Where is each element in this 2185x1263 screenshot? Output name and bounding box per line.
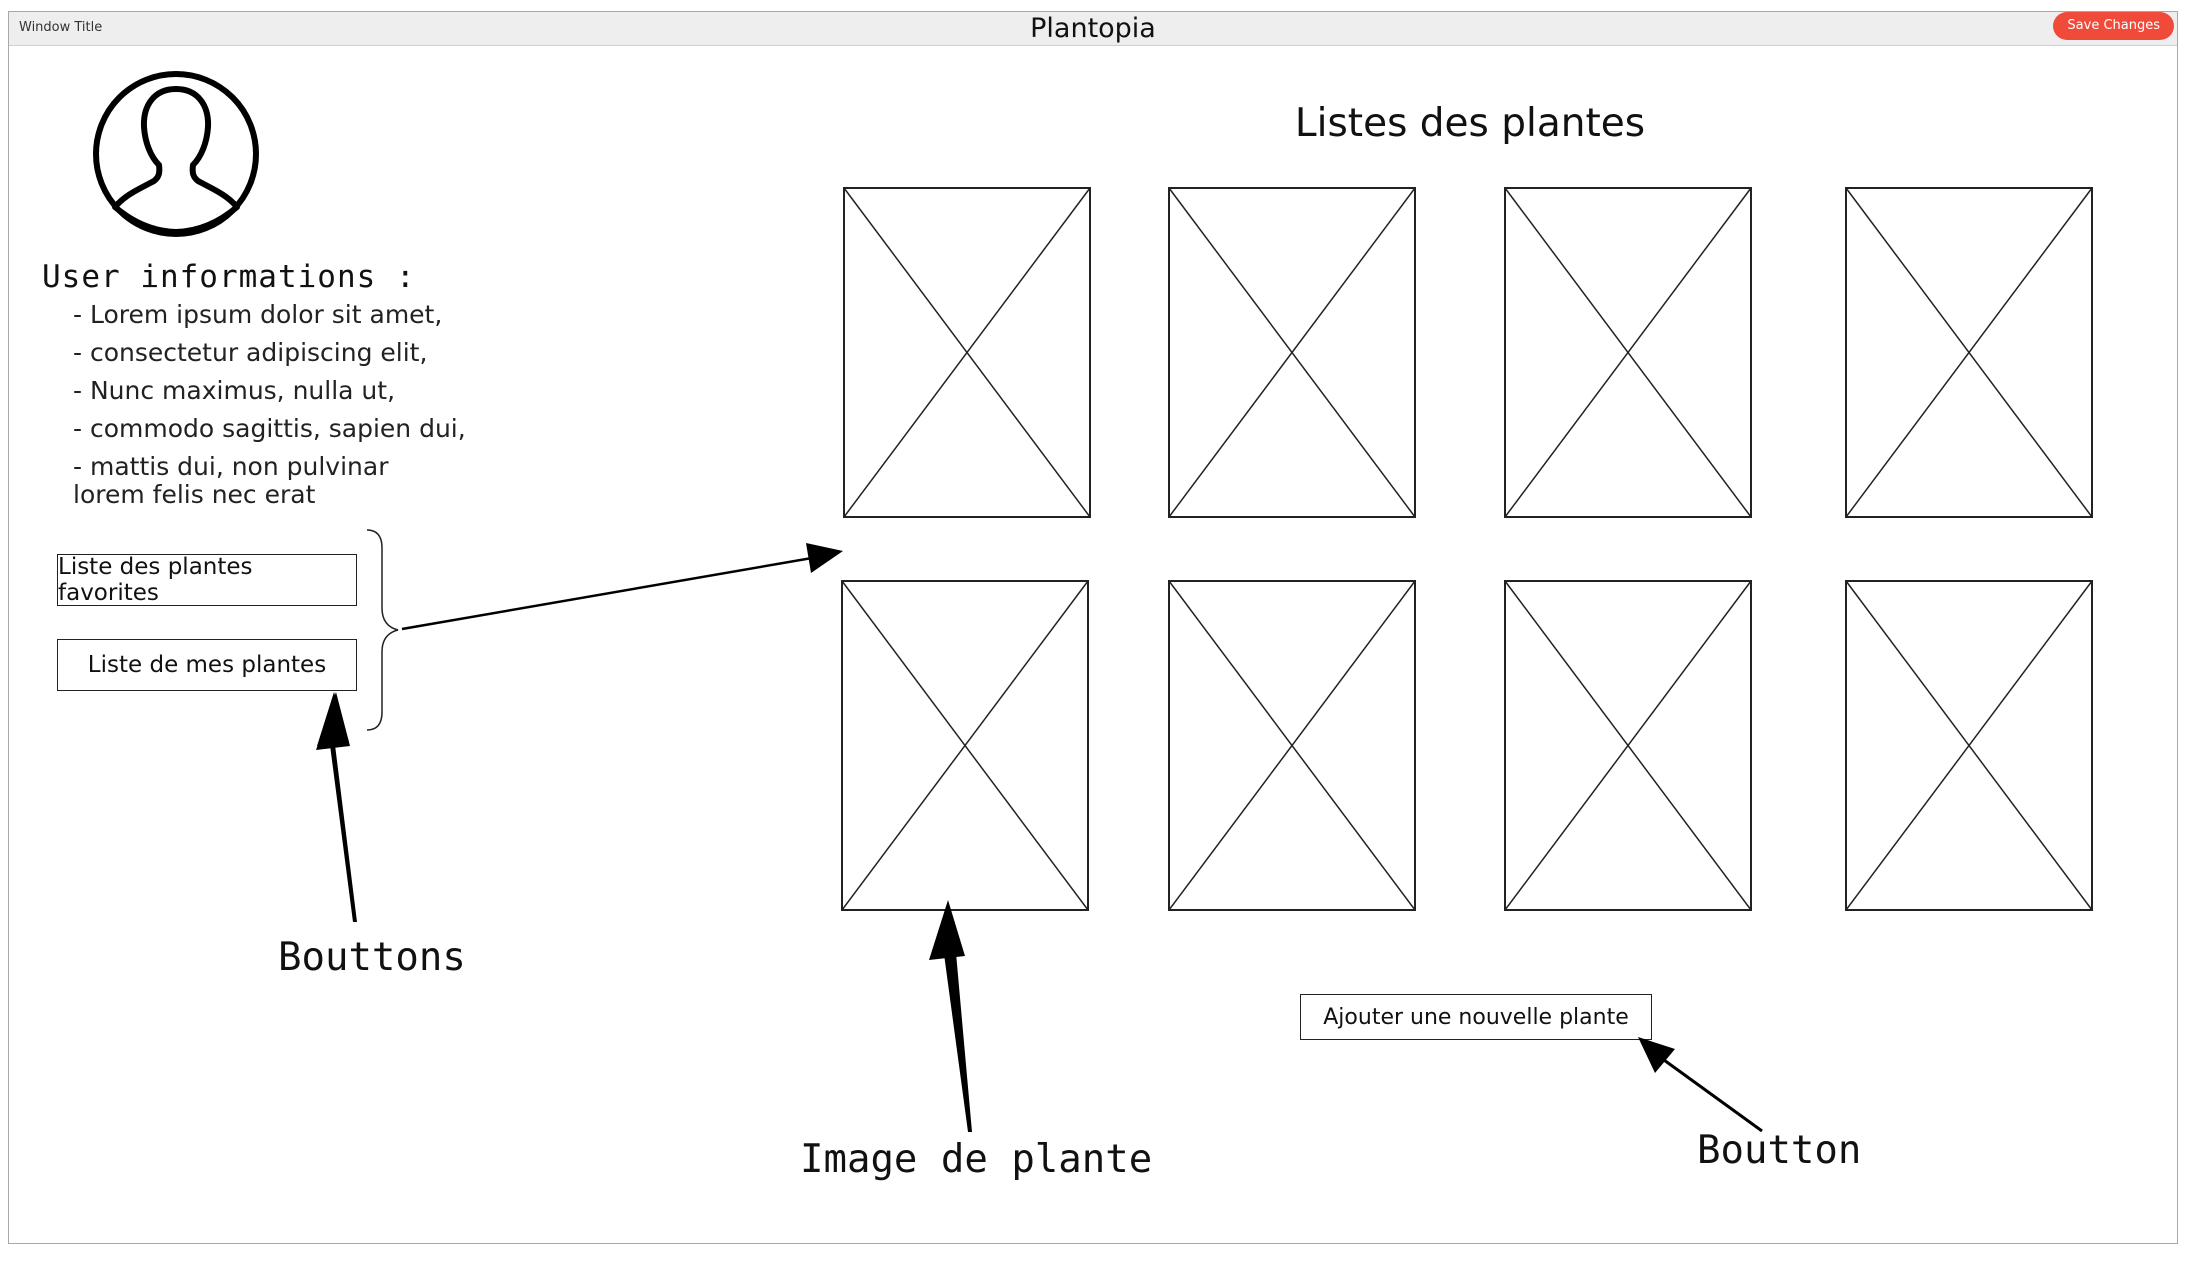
annotation-button: Boutton [1697, 1128, 1862, 1173]
user-info-heading: User informations : [42, 259, 416, 295]
user-avatar-icon [93, 71, 259, 237]
my-plants-button[interactable]: Liste de mes plantes [57, 639, 357, 691]
plant-image-placeholder[interactable] [1168, 580, 1416, 911]
favorite-plants-button[interactable]: Liste des plantes favorites [57, 554, 357, 606]
user-info-line: - consectetur adipiscing elit, [73, 338, 428, 367]
add-plant-button[interactable]: Ajouter une nouvelle plante [1300, 994, 1652, 1040]
plant-list-title: Listes des plantes [1294, 101, 1646, 146]
user-info-line: - mattis dui, non pulvinar lorem felis n… [73, 452, 389, 509]
save-changes-button[interactable]: Save Changes [2053, 12, 2174, 40]
plant-image-placeholder[interactable] [843, 187, 1091, 518]
user-info-line: - Nunc maximus, nulla ut, [73, 376, 396, 405]
plant-image-placeholder[interactable] [841, 580, 1089, 911]
user-info-line: - Lorem ipsum dolor sit amet, [73, 300, 443, 329]
annotation-buttons: Bouttons [278, 935, 466, 980]
user-info-list: - Lorem ipsum dolor sit amet, - consecte… [73, 296, 493, 509]
plant-image-placeholder[interactable] [1504, 187, 1752, 518]
user-info-line: - commodo sagittis, sapien dui, [73, 414, 466, 443]
title-bar: Window Title Plantopia Save Changes [9, 12, 2177, 46]
plant-image-placeholder[interactable] [1845, 580, 2093, 911]
plant-image-placeholder[interactable] [1168, 187, 1416, 518]
plant-image-placeholder[interactable] [1504, 580, 1752, 911]
app-title: Plantopia [1030, 13, 1156, 44]
plant-image-placeholder[interactable] [1845, 187, 2093, 518]
annotation-image: Image de plante [800, 1137, 1153, 1182]
